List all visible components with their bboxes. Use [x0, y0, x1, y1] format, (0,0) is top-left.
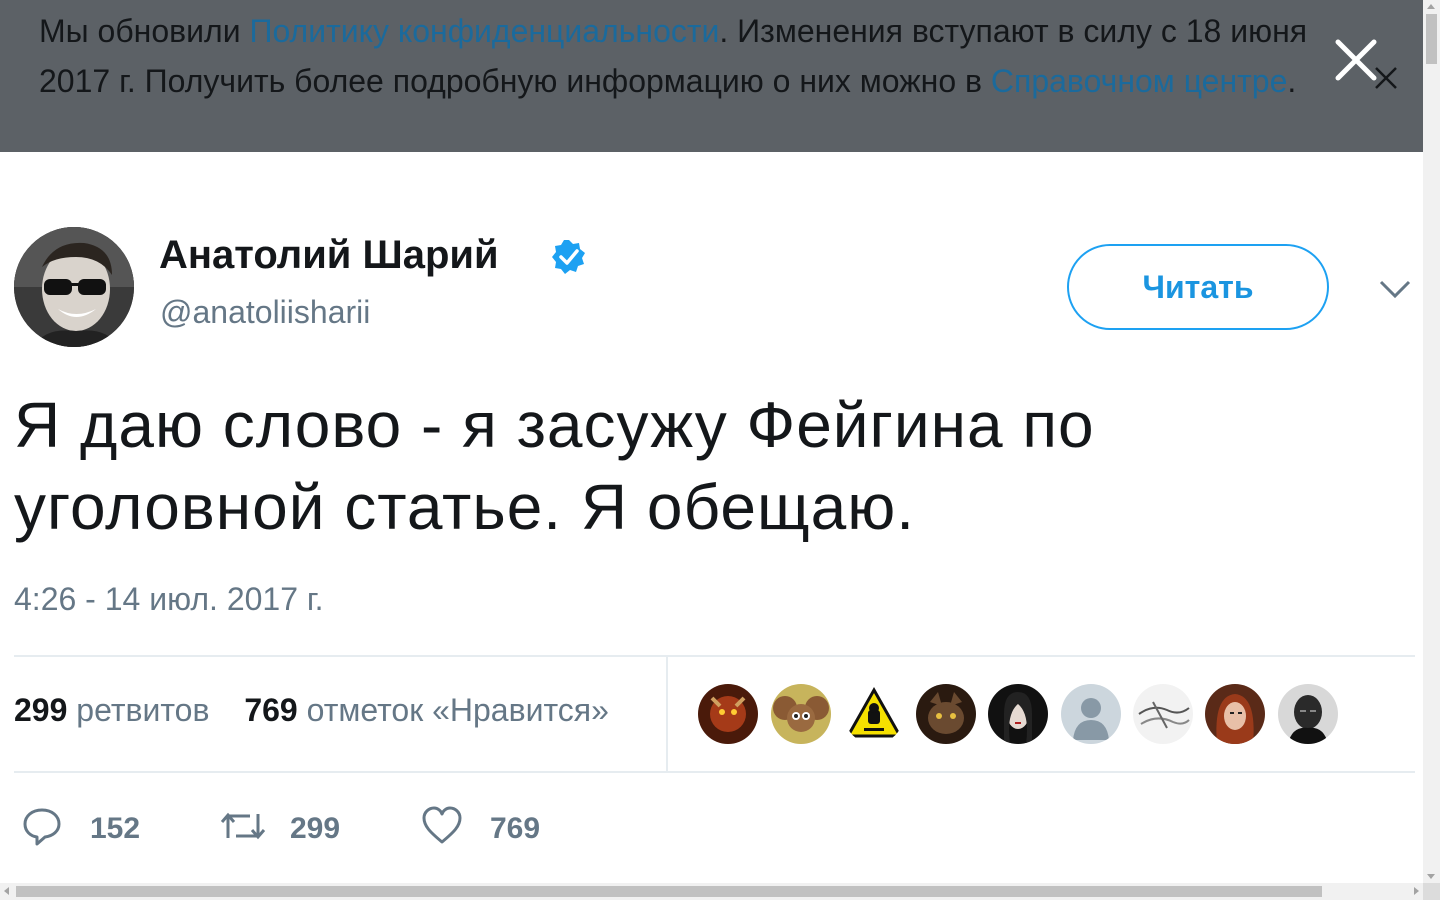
retweets-stat[interactable]: 299 ретвитов: [14, 692, 209, 729]
retweets-count: 299: [14, 692, 68, 728]
liker-avatar[interactable]: [988, 684, 1048, 744]
cat-avatar-icon: [916, 684, 976, 744]
liker-avatar[interactable]: [1133, 684, 1193, 744]
vertical-scrollbar[interactable]: [1423, 0, 1440, 883]
author-avatar[interactable]: [14, 227, 134, 347]
scrollbar-thumb[interactable]: [1426, 14, 1437, 64]
reply-button[interactable]: 152: [22, 806, 152, 850]
help-center-link[interactable]: Справочном центре: [991, 63, 1287, 99]
scroll-right-arrow-icon[interactable]: [1414, 887, 1419, 895]
liker-avatar[interactable]: [771, 684, 831, 744]
divider: [14, 655, 1415, 657]
liker-avatar[interactable]: [916, 684, 976, 744]
liker-avatar[interactable]: [1205, 684, 1265, 744]
scroll-left-arrow-icon[interactable]: [4, 887, 9, 895]
retweets-label: ретвитов: [76, 692, 210, 728]
tweet-timestamp[interactable]: 4:26 - 14 июл. 2017 г.: [14, 581, 324, 618]
liker-avatar[interactable]: [1278, 684, 1338, 744]
warrior-avatar-icon: [698, 684, 758, 744]
banner-text-end: .: [1287, 63, 1297, 99]
android-warning-avatar-icon: [844, 684, 904, 744]
retweet-count: 299: [290, 812, 341, 845]
banner-message: Мы обновили Политику конфиденциальности.…: [39, 6, 1329, 106]
scrollbar-thumb[interactable]: [16, 886, 1322, 897]
banner-text-start: Мы обновили: [39, 13, 250, 49]
retweet-icon: [220, 812, 266, 840]
like-count: 769: [490, 812, 541, 845]
verified-badge-icon: [552, 240, 585, 274]
dismiss-icon[interactable]: [1373, 65, 1399, 91]
reply-icon: [23, 808, 61, 846]
bw-man-avatar-icon: [1278, 684, 1338, 744]
liker-avatar[interactable]: [1061, 684, 1121, 744]
tweet-stats: 299 ретвитов 769 отметок «Нравится»: [14, 692, 609, 729]
chevron-down-icon[interactable]: [1378, 278, 1412, 300]
heart-icon: [422, 806, 462, 844]
liker-avatar[interactable]: [844, 684, 904, 744]
woman-red-hair-avatar-icon: [1205, 684, 1265, 744]
author-handle[interactable]: @anatoliisharii: [160, 294, 370, 331]
follow-button[interactable]: Читать: [1067, 244, 1329, 330]
sketch-avatar-icon: [1133, 684, 1193, 744]
scroll-up-arrow-icon[interactable]: [1427, 4, 1435, 9]
scrollbar-corner: [1423, 883, 1440, 900]
divider: [14, 771, 1415, 773]
divider: [666, 657, 668, 773]
woman-dark-avatar-icon: [988, 684, 1048, 744]
horizontal-scrollbar[interactable]: [0, 883, 1423, 900]
likes-stat[interactable]: 769 отметок «Нравится»: [244, 692, 609, 729]
tweet-text: Я даю слово - я засужу Фейгина по уголов…: [14, 389, 1095, 543]
liker-avatar[interactable]: [698, 684, 758, 744]
cheburashka-avatar-icon: [771, 684, 831, 744]
author-name[interactable]: Анатолий Шарий: [159, 233, 499, 278]
privacy-notice-banner: Мы обновили Политику конфиденциальности.…: [0, 0, 1423, 152]
like-button[interactable]: 769: [422, 806, 552, 850]
likes-count: 769: [244, 692, 298, 728]
likes-label: отметок «Нравится»: [306, 692, 609, 728]
privacy-policy-link[interactable]: Политику конфиденциальности: [249, 13, 719, 49]
default-person-avatar-icon: [1061, 684, 1121, 744]
reply-count: 152: [90, 812, 141, 845]
scroll-down-arrow-icon[interactable]: [1427, 874, 1435, 879]
author-photo: [14, 227, 134, 347]
retweet-button[interactable]: 299: [220, 806, 350, 850]
